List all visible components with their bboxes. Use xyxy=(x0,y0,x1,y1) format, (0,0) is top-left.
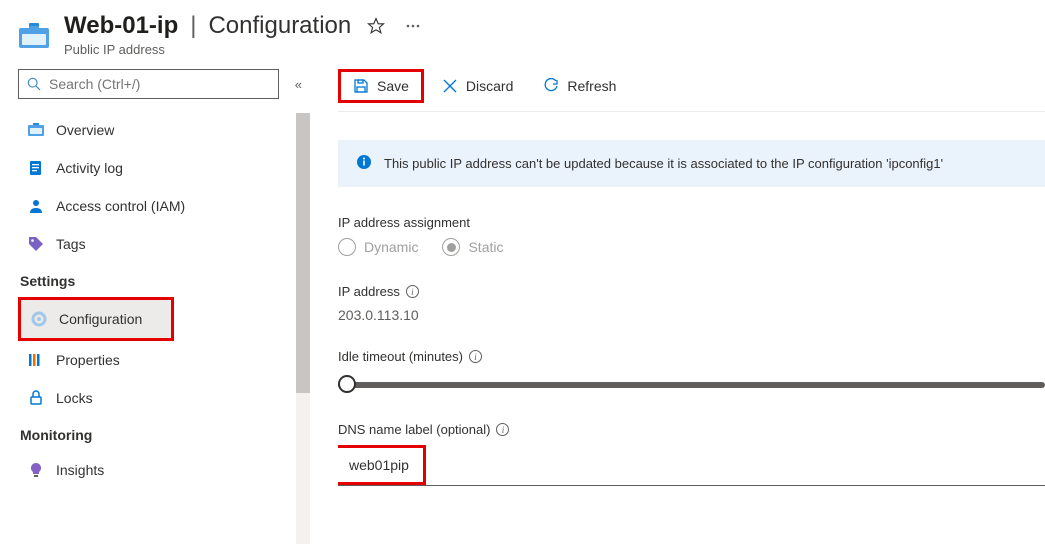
ip-address-value: 203.0.113.10 xyxy=(338,307,1045,323)
slider-thumb[interactable] xyxy=(338,375,356,393)
toolbar: Save Discard Refresh xyxy=(338,65,1045,112)
radio-label: Dynamic xyxy=(364,239,418,255)
insights-icon xyxy=(28,462,44,478)
dns-name-label: DNS name label (optional) i xyxy=(338,422,1045,437)
locks-icon xyxy=(28,390,44,406)
radio-icon xyxy=(338,238,356,256)
more-menu-icon[interactable] xyxy=(401,14,425,38)
activity-log-icon xyxy=(28,160,44,176)
nav-label: Tags xyxy=(56,236,86,252)
tags-icon xyxy=(28,236,44,252)
nav-group-monitoring: Monitoring xyxy=(18,417,302,451)
resource-type-subtitle: Public IP address xyxy=(64,42,425,57)
properties-icon xyxy=(28,352,44,368)
overview-icon xyxy=(28,122,44,138)
search-icon xyxy=(27,77,41,91)
sidebar-item-insights[interactable]: Insights xyxy=(18,451,302,489)
nav-label: Overview xyxy=(56,122,114,138)
favorite-star-icon[interactable] xyxy=(363,13,389,39)
nav-label: Properties xyxy=(56,352,120,368)
dns-input-wrapper[interactable] xyxy=(338,445,1045,486)
title-separator: | xyxy=(190,12,196,40)
idle-timeout-slider[interactable] xyxy=(338,372,1045,396)
refresh-button[interactable]: Refresh xyxy=(531,72,628,100)
nav-label: Locks xyxy=(56,390,93,406)
collapse-sidebar-icon[interactable]: « xyxy=(291,73,306,96)
nav-group-settings: Settings xyxy=(18,263,302,297)
radio-static: Static xyxy=(442,238,503,256)
ip-assignment-radios: Dynamic Static xyxy=(338,238,1045,256)
sidebar-search[interactable] xyxy=(18,69,279,99)
ip-assignment-label: IP address assignment xyxy=(338,215,1045,230)
nav-label: Configuration xyxy=(59,311,142,327)
blade-title: Configuration xyxy=(208,12,351,40)
sidebar-scrollbar[interactable] xyxy=(296,113,310,544)
scrollbar-thumb[interactable] xyxy=(296,113,310,393)
sidebar-search-input[interactable] xyxy=(49,76,270,92)
refresh-icon xyxy=(543,78,559,94)
info-tooltip-icon[interactable]: i xyxy=(406,285,419,298)
info-tooltip-icon[interactable]: i xyxy=(469,350,482,363)
nav-label: Activity log xyxy=(56,160,123,176)
sidebar-item-properties[interactable]: Properties xyxy=(18,341,302,379)
info-tooltip-icon[interactable]: i xyxy=(496,423,509,436)
save-button[interactable]: Save xyxy=(341,72,421,100)
save-icon xyxy=(353,78,369,94)
radio-label: Static xyxy=(468,239,503,255)
banner-text: This public IP address can't be updated … xyxy=(384,156,943,171)
radio-dynamic: Dynamic xyxy=(338,238,418,256)
radio-icon xyxy=(442,238,460,256)
sidebar-item-access-control[interactable]: Access control (IAM) xyxy=(18,187,302,225)
sidebar-item-configuration[interactable]: Configuration xyxy=(21,300,171,338)
slider-track xyxy=(338,382,1045,388)
sidebar-item-locks[interactable]: Locks xyxy=(18,379,302,417)
blade-header: Web-01-ip | Configuration Public IP addr… xyxy=(0,0,1045,65)
sidebar-item-overview[interactable]: Overview xyxy=(18,111,302,149)
sidebar-item-tags[interactable]: Tags xyxy=(18,225,302,263)
access-control-icon xyxy=(28,198,44,214)
discard-button[interactable]: Discard xyxy=(430,72,525,100)
ip-address-label: IP address i xyxy=(338,284,1045,299)
public-ip-icon xyxy=(18,20,50,50)
discard-label: Discard xyxy=(466,78,513,94)
main-content: Save Discard Refresh xyxy=(310,65,1045,544)
discard-icon xyxy=(442,78,458,94)
dns-name-input[interactable] xyxy=(341,451,417,479)
save-label: Save xyxy=(377,78,409,94)
sidebar-item-activity-log[interactable]: Activity log xyxy=(18,149,302,187)
sidebar: « Overview xyxy=(0,65,310,544)
info-banner: This public IP address can't be updated … xyxy=(338,140,1045,187)
info-icon xyxy=(356,154,372,173)
resource-name: Web-01-ip xyxy=(64,12,178,40)
nav-label: Insights xyxy=(56,462,104,478)
refresh-label: Refresh xyxy=(567,78,616,94)
configuration-icon xyxy=(31,311,47,327)
nav-label: Access control (IAM) xyxy=(56,198,185,214)
idle-timeout-label: Idle timeout (minutes) i xyxy=(338,349,1045,364)
